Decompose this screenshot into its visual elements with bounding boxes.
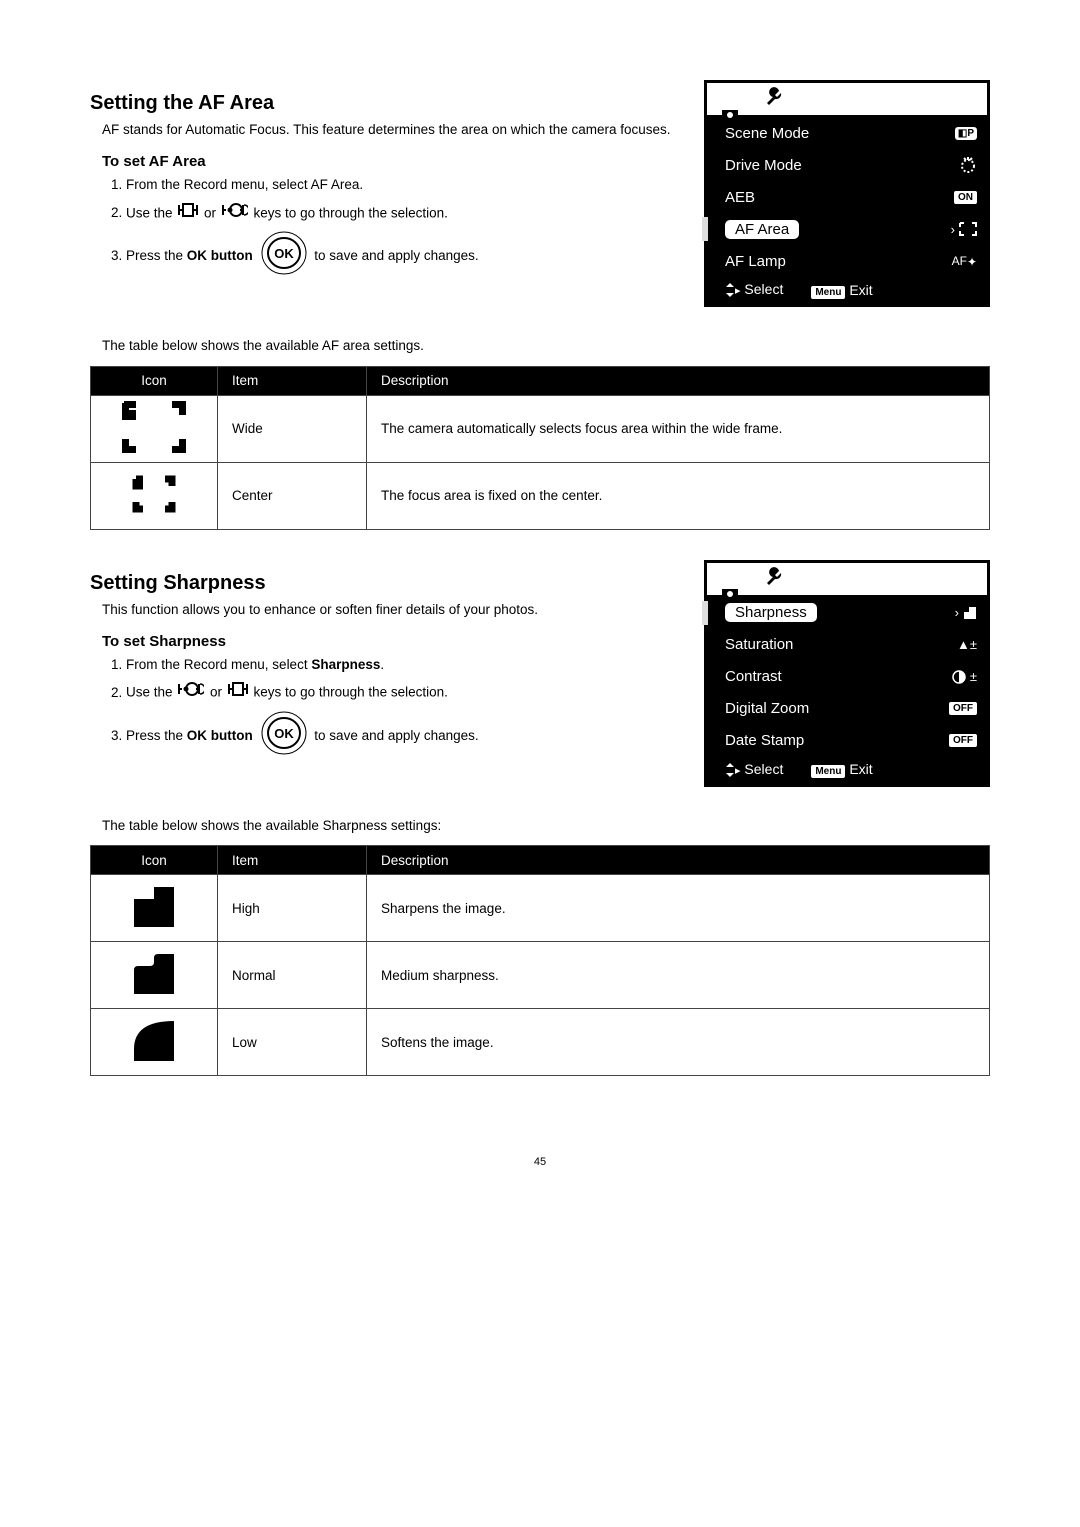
table-row: Low Softens the image. (91, 1009, 990, 1076)
sh-settings-table: Icon Item Description High Sharpens the … (90, 845, 990, 1076)
sharpness-low-icon (91, 1009, 218, 1076)
table-row: Normal Medium sharpness. (91, 942, 990, 1009)
lcd-af-area: AF Area › (707, 213, 987, 245)
af-steps: From the Record menu, select AF Area. Us… (108, 174, 680, 282)
ok-button-icon (261, 711, 307, 762)
wrench-tab-icon (763, 567, 785, 591)
sharpness-high-icon (91, 875, 218, 942)
sh-step-2: Use the or keys to go through the select… (126, 681, 680, 705)
lcd-contrast: Contrast ± (707, 661, 987, 693)
page-number: 45 (90, 1156, 990, 1168)
sh-steps: From the Record menu, select Sharpness. … (108, 654, 680, 762)
af-center-icon (91, 462, 218, 529)
af-table-caption: The table below shows the available AF a… (102, 337, 990, 355)
p-mode-icon: ◧P (955, 127, 977, 140)
table-row: Center The focus area is fixed on the ce… (91, 462, 990, 529)
af-step-2: Use the or keys to go through the select… (126, 202, 680, 226)
af-area-section: Setting the AF Area AF stands for Automa… (90, 80, 990, 307)
timer-icon (917, 156, 977, 174)
lcd-drive-mode: Drive Mode (707, 149, 987, 181)
wrench-tab-icon (763, 87, 785, 111)
af-wide-icon (91, 395, 218, 462)
sharpness-section: Setting Sharpness This function allows y… (90, 560, 990, 787)
sh-table-caption: The table below shows the available Shar… (102, 817, 990, 835)
macro-key-icon (222, 202, 248, 226)
chevron-right-icon: › (955, 605, 959, 620)
af-step-3: Press the OK button to save and apply ch… (126, 231, 680, 282)
chevron-right-icon: › (951, 222, 955, 237)
table-row: Wide The camera automatically selects fo… (91, 395, 990, 462)
af-sub: To set AF Area (102, 153, 680, 170)
sh-intro: This function allows you to enhance or s… (102, 601, 680, 619)
lcd-aeb: AEB ON (707, 181, 987, 213)
sh-step-3: Press the OK button to save and apply ch… (126, 711, 680, 762)
af-settings-table: Icon Item Description Wide The camera au… (90, 366, 990, 530)
af-lcd-screenshot: Scene Mode ◧P Drive Mode AEB ON AF Area … (704, 80, 990, 307)
lcd-sharpness: Sharpness › (707, 597, 987, 629)
ok-button-icon (261, 231, 307, 282)
lcd-date-stamp: Date Stamp OFF (707, 725, 987, 757)
camera-tab-icon (719, 88, 741, 111)
table-row: High Sharpens the image. (91, 875, 990, 942)
sh-lcd-screenshot: Sharpness › Saturation ▲± Contrast ± Dig… (704, 560, 990, 787)
camera-tab-icon (719, 567, 741, 590)
lcd-footer: ▸ Select Menu Exit (707, 277, 987, 304)
sh-step-1: From the Record menu, select Sharpness. (126, 654, 680, 676)
lcd-digital-zoom: Digital Zoom OFF (707, 693, 987, 725)
af-intro: AF stands for Automatic Focus. This feat… (102, 121, 680, 139)
sh-heading: Setting Sharpness (90, 572, 680, 595)
lcd-saturation: Saturation ▲± (707, 629, 987, 661)
af-heading: Setting the AF Area (90, 92, 680, 115)
lcd-scene-mode: Scene Mode ◧P (707, 117, 987, 149)
display-key-icon (228, 681, 248, 705)
sh-sub: To set Sharpness (102, 633, 680, 650)
lcd-af-lamp: AF Lamp AF✦ (707, 245, 987, 277)
af-step-1: From the Record menu, select AF Area. (126, 174, 680, 196)
macro-key-icon (178, 681, 204, 705)
sharpness-normal-icon (91, 942, 218, 1009)
flash-icon: ✦ (967, 255, 977, 269)
lcd-footer: ▸ Select Menu Exit (707, 757, 987, 784)
display-key-icon (178, 202, 198, 226)
